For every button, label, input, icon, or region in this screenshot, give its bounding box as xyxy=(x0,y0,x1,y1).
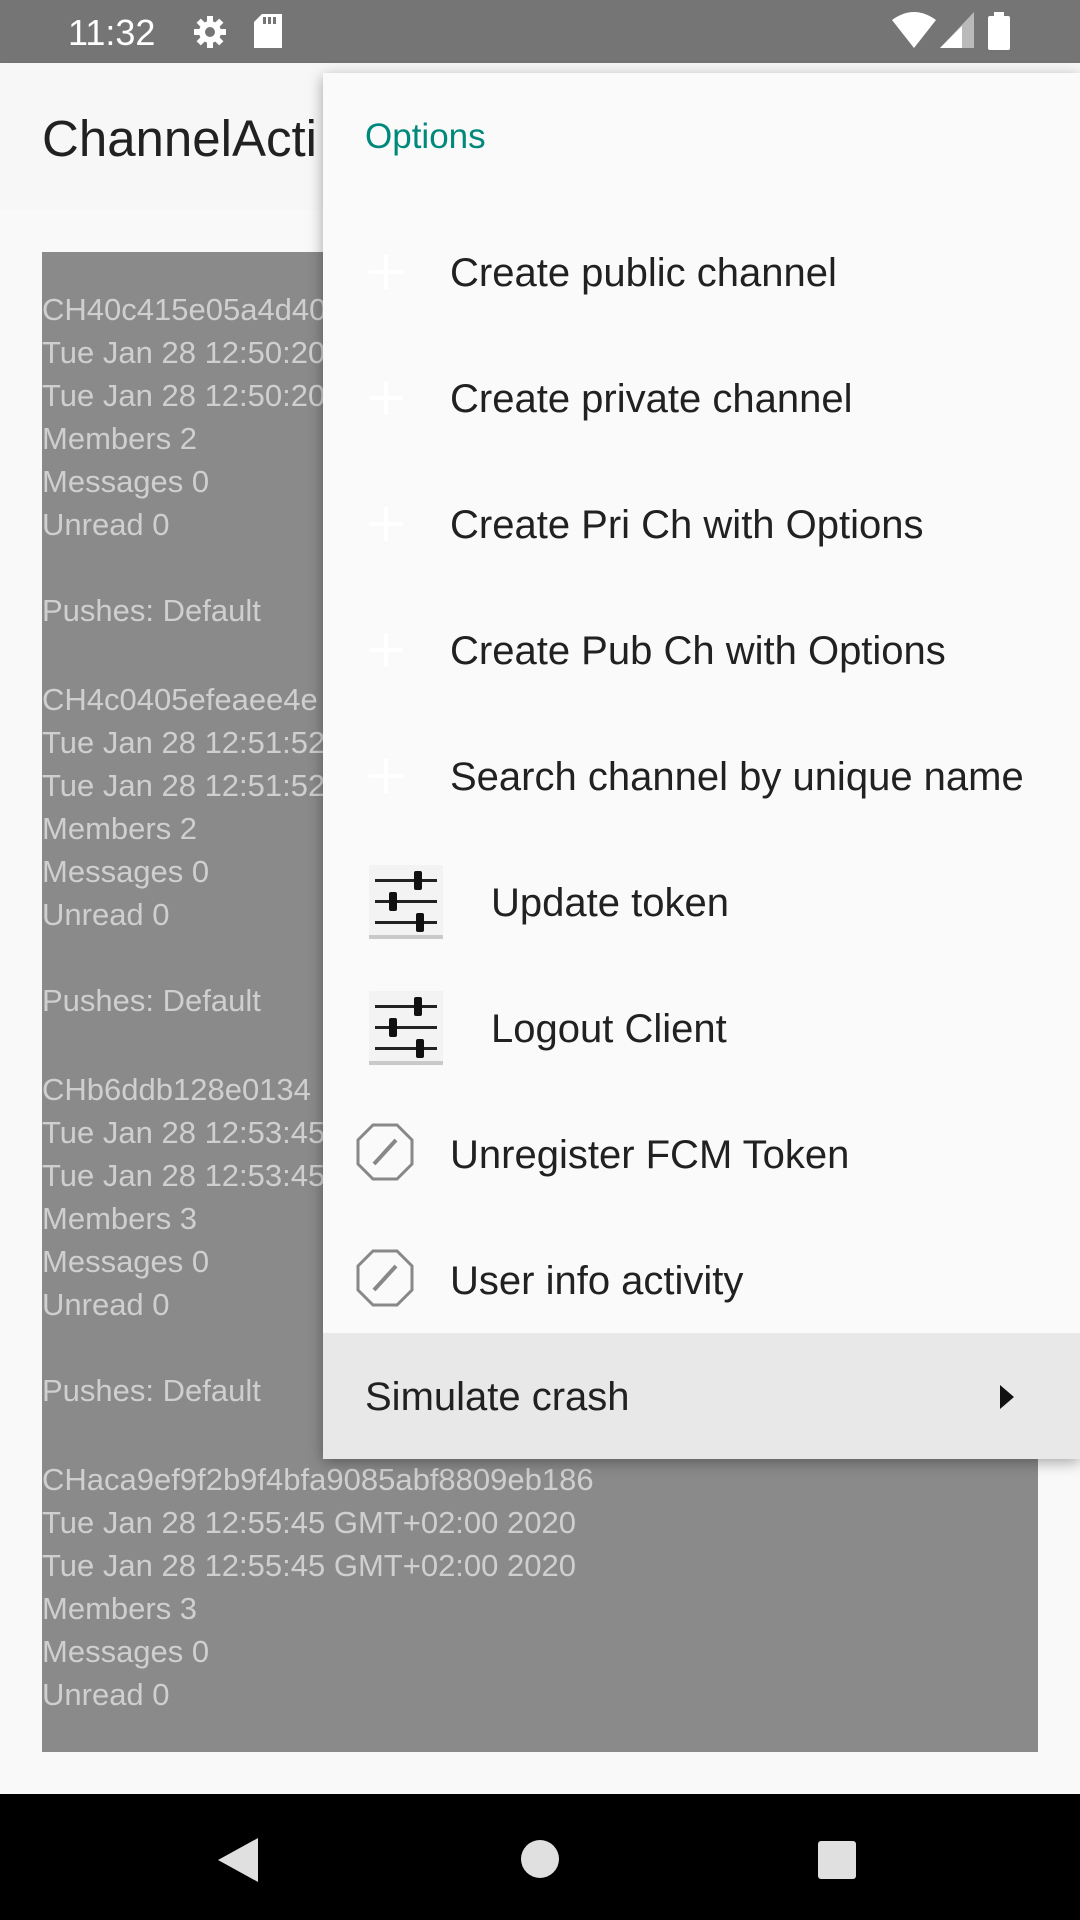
menu-item-update-token[interactable]: Update token xyxy=(323,839,1080,965)
channel-members: Members 3 xyxy=(42,1201,198,1236)
menu-item-search-channel[interactable]: Search channel by unique name xyxy=(323,713,1080,839)
menu-item-label: Create Pri Ch with Options xyxy=(450,503,924,547)
menu-header: Options xyxy=(365,117,486,156)
channel-updated: Tue Jan 28 12:50:20 xyxy=(42,378,326,413)
menu-item-label: Create public channel xyxy=(450,251,837,295)
channel-members: Members 2 xyxy=(42,421,198,456)
edit-octagon-icon xyxy=(355,1248,415,1313)
gear-icon xyxy=(192,14,228,55)
list-item[interactable]: CHb6ddb128e0134 Tue Jan 28 12:53:45 Tue … xyxy=(42,1068,325,1412)
wifi-icon xyxy=(892,12,936,53)
menu-item-label: Update token xyxy=(491,881,729,925)
channel-unread: Unread 0 xyxy=(42,1287,170,1322)
channel-sid: CHaca9ef9f2b9f4bfa9085abf8809eb186 xyxy=(42,1462,594,1497)
menu-item-label: User info activity xyxy=(450,1259,744,1303)
submenu-arrow-icon xyxy=(998,1383,1016,1416)
menu-item-unregister-fcm-token[interactable]: Unregister FCM Token xyxy=(323,1091,1080,1217)
list-item[interactable]: CH40c415e05a4d40 Tue Jan 28 12:50:20 Tue… xyxy=(42,288,326,632)
menu-item-simulate-crash[interactable]: Simulate crash xyxy=(323,1333,1080,1459)
channel-pushes: Pushes: Default xyxy=(42,983,261,1018)
menu-item-label: Create Pub Ch with Options xyxy=(450,629,946,673)
channel-sid: CH4c0405efeaee4e xyxy=(42,682,318,717)
channel-created: Tue Jan 28 12:50:20 xyxy=(42,335,326,370)
menu-item-create-public-channel[interactable]: Create public channel xyxy=(323,209,1080,335)
options-menu: Options Create public channel Create pri… xyxy=(323,73,1080,1459)
channel-updated: Tue Jan 28 12:55:45 GMT+02:00 2020 xyxy=(42,1548,576,1583)
plus-icon xyxy=(365,377,407,424)
channel-unread: Unread 0 xyxy=(42,1677,170,1712)
channel-members: Members 3 xyxy=(42,1591,198,1626)
sd-card-icon xyxy=(254,14,282,53)
channel-messages: Messages 0 xyxy=(42,1634,210,1669)
sliders-icon xyxy=(369,865,443,944)
list-item[interactable]: CH4c0405efeaee4e Tue Jan 28 12:51:52 Tue… xyxy=(42,678,325,1022)
menu-item-create-pri-ch-with-options[interactable]: Create Pri Ch with Options xyxy=(323,461,1080,587)
channel-messages: Messages 0 xyxy=(42,464,210,499)
channel-created: Tue Jan 28 12:51:52 xyxy=(42,725,326,760)
edit-octagon-icon xyxy=(355,1122,415,1187)
channel-unread: Unread 0 xyxy=(42,507,170,542)
signal-icon xyxy=(940,12,974,53)
plus-icon xyxy=(365,503,407,550)
channel-sid: CHb6ddb128e0134 xyxy=(42,1072,311,1107)
menu-item-label: Search channel by unique name xyxy=(450,755,1024,799)
page-title: ChannelActi xyxy=(42,110,317,167)
channel-created: Tue Jan 28 12:55:45 GMT+02:00 2020 xyxy=(42,1505,576,1540)
menu-item-label: Simulate crash xyxy=(365,1375,630,1419)
home-icon[interactable] xyxy=(520,1839,560,1884)
plus-icon xyxy=(365,629,407,676)
battery-icon xyxy=(988,12,1010,55)
channel-updated: Tue Jan 28 12:53:45 xyxy=(42,1158,326,1193)
menu-item-label: Logout Client xyxy=(491,1007,727,1051)
list-item[interactable]: CHaca9ef9f2b9f4bfa9085abf8809eb186 Tue J… xyxy=(42,1458,594,1716)
status-time: 11:32 xyxy=(68,12,156,53)
menu-item-label: Create private channel xyxy=(450,377,853,421)
channel-messages: Messages 0 xyxy=(42,854,210,889)
menu-item-logout-client[interactable]: Logout Client xyxy=(323,965,1080,1091)
channel-pushes: Pushes: Default xyxy=(42,593,261,628)
sliders-icon xyxy=(369,991,443,1070)
channel-sid: CH40c415e05a4d40 xyxy=(42,292,327,327)
recents-icon[interactable] xyxy=(817,1840,857,1885)
plus-icon xyxy=(365,755,407,802)
menu-item-label: Unregister FCM Token xyxy=(450,1133,850,1177)
navigation-bar xyxy=(0,1794,1080,1920)
channel-unread: Unread 0 xyxy=(42,897,170,932)
back-icon[interactable] xyxy=(216,1836,260,1889)
status-bar: 11:32 xyxy=(0,0,1080,63)
channel-members: Members 2 xyxy=(42,811,198,846)
channel-pushes: Pushes: Default xyxy=(42,1373,261,1408)
channel-created: Tue Jan 28 12:53:45 xyxy=(42,1115,326,1150)
channel-messages: Messages 0 xyxy=(42,1244,210,1279)
menu-item-create-private-channel[interactable]: Create private channel xyxy=(323,335,1080,461)
plus-icon xyxy=(365,251,407,298)
channel-updated: Tue Jan 28 12:51:52 xyxy=(42,768,326,803)
menu-item-create-pub-ch-with-options[interactable]: Create Pub Ch with Options xyxy=(323,587,1080,713)
menu-item-user-info-activity[interactable]: User info activity xyxy=(323,1217,1080,1343)
